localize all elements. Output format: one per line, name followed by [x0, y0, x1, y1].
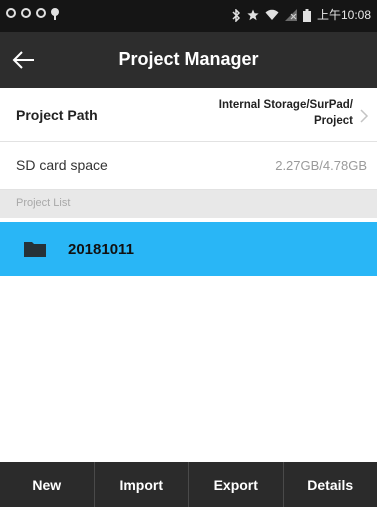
bottom-action-bar: New Import Export Details: [0, 462, 377, 507]
bluetooth-icon: [232, 8, 241, 22]
circle-icon: [21, 8, 31, 18]
page-title: Project Manager: [118, 49, 259, 69]
list-item-project[interactable]: 20181011: [0, 222, 377, 276]
no-signal-icon: [284, 9, 297, 21]
circle-icon: [36, 8, 46, 18]
status-bar: 上午10:08: [0, 0, 377, 32]
location-pin-icon: [51, 8, 59, 20]
project-name: 20181011: [68, 241, 134, 258]
sd-card-label: SD card space: [16, 157, 108, 173]
app-bar: Project Manager: [0, 32, 377, 88]
sd-card-value: 2.27GB/4.78GB: [275, 158, 367, 173]
import-button[interactable]: Import: [95, 462, 189, 507]
new-button[interactable]: New: [0, 462, 95, 507]
wifi-icon: [265, 9, 279, 20]
status-time: 上午10:08: [316, 8, 371, 22]
status-right-icons: 上午10:08: [231, 8, 371, 22]
project-path-label: Project Path: [16, 107, 98, 123]
battery-icon: [302, 8, 311, 22]
project-path-value-line2: Project: [314, 115, 353, 127]
folder-icon: [24, 242, 46, 257]
details-button[interactable]: Details: [284, 462, 377, 507]
project-list-label: Project List: [16, 197, 71, 209]
status-left-icons: [6, 8, 59, 20]
project-path-row[interactable]: Project Path Internal Storage/SurPad/ Pr…: [0, 88, 377, 142]
export-button[interactable]: Export: [189, 462, 284, 507]
project-path-value-line1: Internal Storage/SurPad/: [218, 99, 353, 111]
sd-card-row: SD card space 2.27GB/4.78GB: [0, 142, 377, 190]
project-list-header: Project List: [0, 190, 377, 218]
chevron-right-icon: [360, 109, 369, 123]
circle-icon: [6, 8, 16, 18]
star-icon: [247, 9, 259, 21]
project-path-value: Internal Storage/SurPad/ Project: [163, 97, 353, 129]
